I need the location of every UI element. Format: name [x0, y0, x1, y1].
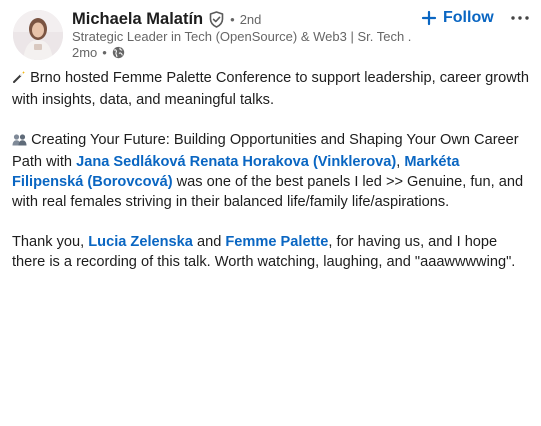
- post-text: Thank you,: [12, 234, 85, 250]
- follow-label: Follow: [443, 9, 494, 26]
- mention-link[interactable]: Jana Sedláková Renata Horakova (Vinklero…: [76, 154, 396, 170]
- verified-shield-icon: [209, 10, 224, 28]
- post-paragraph-1: Brno hosted Femme Palette Conference to …: [12, 68, 532, 110]
- post-body: Brno hosted Femme Palette Conference to …: [12, 68, 532, 292]
- post-text: Brno hosted Femme Palette Conference to …: [12, 70, 529, 108]
- people-icon: [12, 132, 27, 152]
- connection-degree: 2nd: [239, 11, 262, 27]
- author-line: Michaela Malatín • 2nd: [72, 8, 261, 30]
- post-meta: 2mo •: [72, 45, 125, 60]
- plus-icon: [421, 10, 437, 26]
- globe-icon: [112, 46, 125, 59]
- post-paragraph-3: Thank you, Lucia Zelenska and Femme Pale…: [12, 232, 532, 272]
- separator-dot: •: [102, 45, 107, 60]
- post-text: ,: [396, 154, 401, 170]
- post-time: 2mo: [72, 45, 98, 60]
- post-paragraph-2: Creating Your Future: Building Opportuni…: [12, 130, 532, 212]
- follow-button[interactable]: Follow: [421, 6, 494, 30]
- ellipsis-icon: [511, 16, 529, 20]
- post-text: and: [196, 234, 222, 250]
- magic-wand-icon: [12, 70, 26, 90]
- avatar[interactable]: [13, 10, 63, 60]
- author-name[interactable]: Michaela Malatín: [72, 10, 203, 29]
- post-header: Michaela Malatín • 2nd Strategic Leader …: [0, 0, 541, 64]
- mention-link[interactable]: Femme Palette: [225, 234, 328, 250]
- separator-dot: •: [230, 11, 235, 27]
- avatar-photo: [13, 10, 63, 60]
- mention-link[interactable]: Lucia Zelenska: [88, 234, 193, 250]
- author-headline: Strategic Leader in Tech (OpenSource) & …: [72, 29, 412, 44]
- more-options-button[interactable]: [509, 6, 531, 30]
